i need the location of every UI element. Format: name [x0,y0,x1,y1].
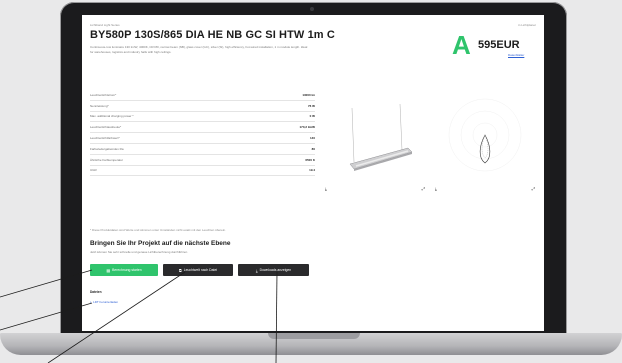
product-price: 595EUR [478,39,520,51]
spec-value: 80 [311,146,315,151]
spec-row: Leuchtenlichtstrom* 13000 lm [90,90,315,101]
laptop-notch [268,333,360,339]
show-downloads-label: Downloads anzeigen [259,268,292,272]
spec-table: Leuchtenlichtstrom* 13000 lm Nennleistung… [90,90,315,177]
spec-footnote: * Diese Produktdaten sind Werte und stim… [90,228,227,232]
ldt-download-link[interactable]: ▪ LDT herunterladen [90,300,118,304]
spec-label: Leuchtenlichtstrom* [90,92,117,97]
expand-icon[interactable]: ⤢ [422,186,425,191]
product-description: Continuous-row luminaire 130 lm/W, 4000K… [90,45,308,54]
spec-row: Max. additional charging power * 0 W [90,112,315,123]
spec-value: 0 W [309,114,315,119]
datasheet-link[interactable]: Datenblätter [508,53,524,57]
calculator-icon: ▦ [106,267,111,273]
cta-heading: Bringen Sie Ihr Projekt auf die nächste … [90,240,231,247]
energy-class-badge: A [452,30,471,60]
spec-value: 13000 lm [302,92,315,97]
files-heading: Dateien [90,290,102,294]
spec-label: Leuchtenlichtfarbwert* [90,136,120,141]
spec-row: UGR 19.4 [90,166,315,177]
spec-value: 76 W [307,103,315,108]
expand-icon[interactable]: ⤢ [532,186,535,191]
spec-label: Nennleistung* [90,103,109,108]
compare-icon: ⧉ [178,267,182,273]
download-icon[interactable]: ⤓ [435,186,437,191]
spec-row: Ähnliche Farbtemperatur 6500 K [90,155,315,166]
product-title: BY580P 130S/865 DIA HE NB GC SI HTW 1m C [90,29,335,41]
spec-row: Nennleistung* 76 W [90,101,315,112]
spec-value: 140 [309,136,315,141]
polar-curve-illustration [448,98,522,172]
spec-label: Ähnliche Farbtemperatur [90,157,124,162]
spec-row: Leuchtenlichtfarbwert* 140 [90,133,315,144]
laptop-screen: Lichtband Light Series in Lichtplaner BY… [82,15,544,331]
cta-subtitle: Jetzt können Sie sehr schnelle und genau… [90,250,188,254]
spec-row: Farbwiedergabeindex Ra 80 [90,144,315,155]
file-icon: ▪ [90,300,92,304]
product-image[interactable]: ⤓ ⤢ [322,90,428,196]
ldt-download-label: LDT herunterladen [93,300,119,304]
light-distribution-diagram[interactable]: ⤓ ⤢ [432,90,538,196]
spec-label: UGR [90,168,97,173]
lightplanner-link[interactable]: in Lichtplaner [518,23,536,27]
start-calculation-label: Berechnung starten [112,268,142,272]
spec-label: Max. additional charging power * [90,114,134,119]
spec-value: 170,2 lm/W [299,125,315,130]
spec-row: Leuchtenlichtausbeute* 170,2 lm/W [90,122,315,134]
spec-label: Leuchtenlichtausbeute* [90,125,122,130]
spec-value: 6500 K [305,157,315,162]
compare-label: Leuchtwelt nach Datei [183,268,218,272]
show-downloads-button[interactable]: ⤓ Downloads anzeigen [238,264,309,276]
camera-dot [310,7,314,11]
compare-button[interactable]: ⧉ Leuchtwelt nach Datei [163,264,233,276]
start-calculation-button[interactable]: ▦ Berechnung starten [90,264,158,276]
download-icon[interactable]: ⤓ [325,186,327,191]
download-icon: ⤓ [255,267,258,273]
spec-label: Farbwiedergabeindex Ra [90,146,124,151]
breadcrumb[interactable]: Lichtband Light Series [90,23,120,27]
luminaire-illustration [349,103,413,171]
spec-value: 19.4 [309,168,315,173]
